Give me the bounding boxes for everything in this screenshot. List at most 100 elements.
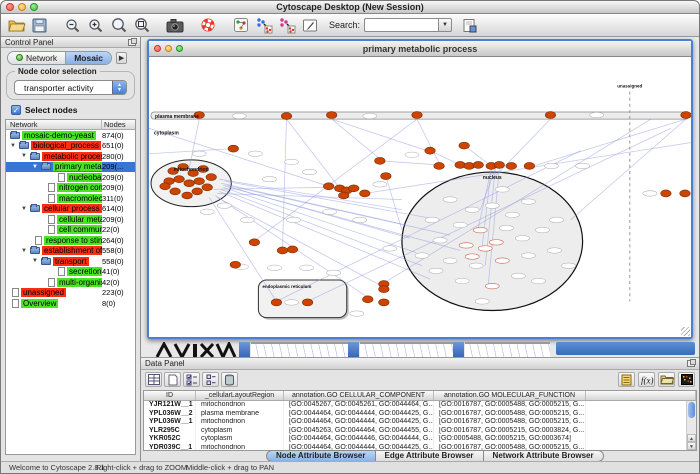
node-label-bubble[interactable]: [425, 217, 439, 222]
node-label-bubble[interactable]: [511, 273, 525, 278]
node-label-bubble[interactable]: [192, 151, 206, 156]
background-window-edge[interactable]: [239, 342, 250, 357]
import-attributes-button[interactable]: [658, 372, 675, 387]
node-label-bubble[interactable]: [363, 113, 377, 118]
node-label-bubble[interactable]: [495, 187, 509, 192]
zoom-out-button[interactable]: [61, 15, 84, 35]
network-node[interactable]: [661, 190, 671, 197]
network-tree-row[interactable]: mosaic-demo-yeast874(0): [6, 130, 135, 141]
node-label-bubble[interactable]: [455, 278, 469, 283]
network-window-title-bar[interactable]: primary metabolic process: [149, 41, 691, 57]
network-node[interactable]: [277, 247, 287, 254]
expand-arrow-icon[interactable]: ▼: [32, 256, 41, 266]
table-cell[interactable]: YJR121W__1: [144, 401, 196, 410]
network-node[interactable]: [194, 178, 204, 185]
table-cell[interactable]: plasma membrane: [196, 410, 284, 419]
network-tree-row[interactable]: response to stimulu264(0): [6, 235, 135, 246]
attribute-table-button[interactable]: [618, 372, 635, 387]
open-folder-button[interactable]: [5, 15, 28, 35]
background-window-frame[interactable]: [556, 342, 695, 355]
tab-mosaic[interactable]: Mosaic: [66, 52, 111, 64]
network-node[interactable]: [230, 261, 240, 268]
network-node[interactable]: [174, 176, 184, 183]
table-cell[interactable]: [GO:0044464, GO:0044444, GO:0044425, G..…: [284, 418, 434, 427]
network-node[interactable]: [494, 161, 504, 168]
table-row[interactable]: YJR121W__1mitochondrion[GO:0045267, GO:0…: [144, 401, 696, 410]
column-header[interactable]: _cellularLayoutRegion: [196, 391, 284, 400]
node-label-bubble[interactable]: [303, 169, 317, 174]
network-node[interactable]: [323, 183, 333, 190]
node-label-bubble[interactable]: [350, 311, 364, 316]
node-label-bubble[interactable]: [544, 163, 558, 168]
network-tree-row[interactable]: ▼biological_process651(0): [6, 141, 135, 152]
network-tree-row[interactable]: secretion41(0): [6, 267, 135, 278]
zoom-in-button[interactable]: [84, 15, 107, 35]
node-label-bubble[interactable]: [443, 197, 457, 202]
node-label-bubble-selected[interactable]: [485, 283, 499, 288]
background-window-edge[interactable]: [453, 342, 464, 357]
table-cell[interactable]: [GO:0044464, GO:0044444, GO:0044425, G..…: [284, 410, 434, 419]
scroll-down-button[interactable]: ▼: [687, 442, 696, 450]
network-node[interactable]: [434, 162, 444, 169]
network-node[interactable]: [473, 161, 483, 168]
node-label-bubble[interactable]: [576, 163, 590, 168]
table-cell[interactable]: [GO:0005488, GO:0005215, GO:0003674]: [434, 435, 586, 444]
network-tree-row[interactable]: ▼primary metabo209(...: [6, 162, 135, 173]
network-tree-row[interactable]: cell communicat22(0): [6, 225, 135, 236]
network-edge[interactable]: [571, 119, 686, 220]
table-cell[interactable]: cytoplasm: [196, 427, 284, 436]
expand-arrow-icon[interactable]: ▼: [32, 162, 41, 172]
node-label-bubble[interactable]: [643, 191, 657, 196]
expand-arrow-icon[interactable]: ▼: [21, 204, 30, 214]
node-label-bubble[interactable]: [240, 217, 254, 222]
network-node[interactable]: [375, 157, 385, 164]
table-cell[interactable]: YKR052C: [144, 435, 196, 444]
search-options-button[interactable]: [458, 15, 481, 35]
node-label-bubble[interactable]: [327, 270, 341, 275]
network-node[interactable]: [360, 190, 370, 197]
select-attributes-button[interactable]: [183, 372, 200, 387]
table-cell[interactable]: [GO:0016787, GO:0005488, GO:0005215, G..…: [434, 410, 586, 419]
network-tree-row[interactable]: macromolecule311(0): [6, 193, 135, 204]
save-button[interactable]: [28, 15, 51, 35]
network-node[interactable]: [545, 112, 555, 119]
function-builder-button[interactable]: f(x): [638, 372, 655, 387]
network-edge[interactable]: [282, 119, 286, 248]
network-tree-row[interactable]: Overview8(0): [6, 298, 135, 309]
table-cell[interactable]: YDR039C__1: [144, 444, 196, 452]
node-label-bubble[interactable]: [232, 113, 246, 118]
table-row[interactable]: YPL036W__1mitochondrion[GO:0044464, GO:0…: [144, 418, 696, 427]
column-header[interactable]: annotation.GO CELLULAR_COMPONENT: [284, 391, 434, 400]
node-label-bubble[interactable]: [353, 217, 367, 222]
node-label-bubble[interactable]: [443, 258, 457, 263]
table-cell[interactable]: mitochondrion: [196, 418, 284, 427]
snapshot-button[interactable]: [163, 15, 186, 35]
background-window-fragment[interactable]: [251, 342, 348, 357]
search-input[interactable]: [364, 18, 438, 32]
network-tree-row[interactable]: ▼establishment of lo558(0): [6, 246, 135, 257]
network-node[interactable]: [425, 147, 435, 154]
node-label-bubble[interactable]: [373, 182, 387, 187]
node-label-bubble[interactable]: [433, 238, 447, 243]
network-tree-row[interactable]: nucleobase-209(0): [6, 172, 135, 183]
table-cell[interactable]: [GO:0045267, GO:0045261, GO:0044464, G..…: [284, 401, 434, 410]
network-node[interactable]: [381, 173, 391, 180]
node-label-bubble[interactable]: [287, 217, 301, 222]
network-node[interactable]: [681, 112, 691, 119]
network-node[interactable]: [271, 299, 281, 306]
table-cell[interactable]: YPL036W__1: [144, 418, 196, 427]
node-label-bubble[interactable]: [300, 265, 314, 270]
network-node[interactable]: [459, 142, 469, 149]
network-edge[interactable]: [530, 119, 686, 167]
float-panel-icon[interactable]: [687, 360, 695, 367]
network-node[interactable]: [455, 161, 465, 168]
tree-column-nodes[interactable]: Nodes: [101, 120, 135, 129]
node-label-bubble[interactable]: [267, 265, 281, 270]
network-node[interactable]: [680, 190, 690, 197]
network-node[interactable]: [338, 192, 348, 199]
scroll-up-button[interactable]: ▲: [687, 434, 696, 442]
node-label-bubble[interactable]: [549, 217, 563, 222]
tab-node-attribute-browser[interactable]: Node Attribute Browser: [266, 450, 376, 461]
node-label-bubble[interactable]: [547, 248, 561, 253]
node-label-bubble[interactable]: [562, 263, 576, 268]
